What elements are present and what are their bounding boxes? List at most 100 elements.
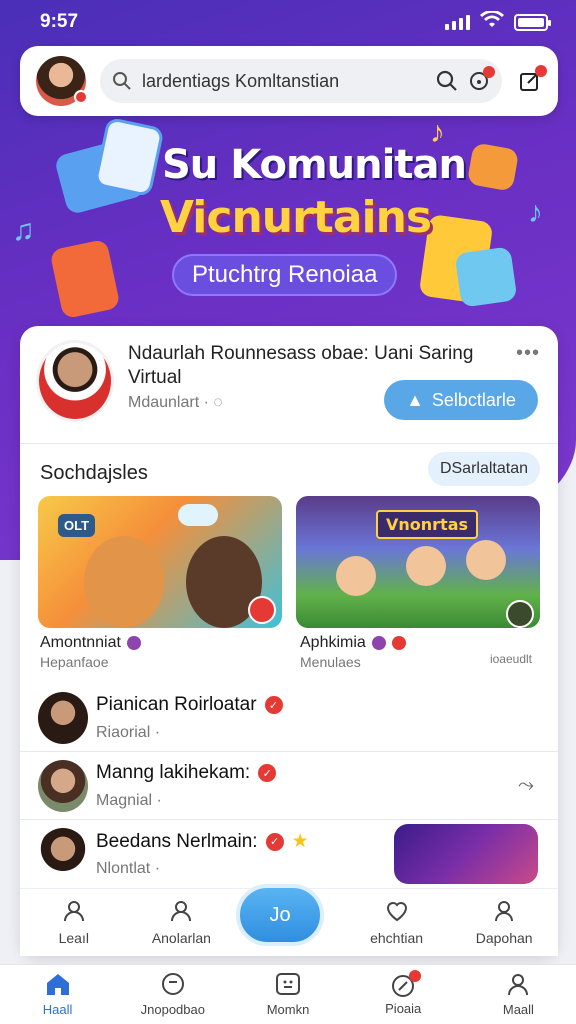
tab-notifications[interactable]: Pioaia (346, 965, 461, 1024)
music-note-icon: ♪ (528, 196, 543, 229)
kids-illustration (336, 556, 376, 596)
list-item-name-text: Manng lakihekam: (96, 762, 251, 783)
tile-count: ioaeudlt (489, 652, 532, 666)
action-favorites[interactable]: ehchtian (343, 899, 451, 946)
globe-icon: ◌ (213, 394, 223, 411)
tile-name: Aphkimia (300, 634, 406, 652)
tab-label: Jnopodbao (140, 1002, 205, 1017)
search-submit-icon[interactable] (436, 70, 458, 92)
status-bar: 9:57 (0, 0, 576, 44)
discover-icon (160, 972, 186, 999)
list-item-name: Beedans Nerlmain: ✓ ★ (96, 830, 309, 853)
search-header (20, 46, 558, 116)
action-groups[interactable]: Anolarlan (128, 899, 236, 946)
cloud-illustration (178, 504, 218, 526)
action-label: Dapohan (475, 930, 533, 946)
notification-icon[interactable] (468, 66, 495, 92)
author-avatar[interactable] (36, 340, 114, 422)
action-label: Anolarlan (151, 930, 211, 946)
tab-messages[interactable]: Momkn (230, 965, 345, 1024)
hero-banner[interactable]: ♫ ♪ ♪ Su Komunitan Vicnurtains Ptuchtrg … (0, 116, 576, 326)
tile-action-icon[interactable] (248, 596, 276, 624)
post-author: Mdaunlart · (128, 394, 209, 411)
search-input[interactable] (142, 70, 426, 92)
tab-home[interactable]: Haall (0, 965, 115, 1024)
tile-name-text: Aphkimia (300, 634, 366, 651)
tile-image-text: OLT (58, 514, 96, 537)
more-options-button[interactable]: ••• (516, 342, 540, 365)
tab-label: Haall (42, 1002, 73, 1017)
hero-pill[interactable]: Ptuchtrg Renoiaa (172, 254, 398, 296)
tile-name-text: Amontnniat (40, 634, 121, 651)
verified-icon: ✓ (258, 764, 277, 782)
wifi-icon (480, 9, 504, 34)
person-icon (492, 899, 516, 926)
media-tile[interactable]: Vnonrtas (296, 496, 540, 628)
verified-icon: ✓ (264, 696, 283, 714)
home-icon (45, 972, 71, 999)
list-item-name-text: Beedans Nerlmain: (96, 830, 258, 852)
tools-card-illustration (49, 238, 121, 320)
bear-illustration (84, 536, 164, 628)
status-time: 9:57 (40, 11, 79, 32)
kids-illustration (466, 540, 506, 580)
chat-card-illustration (93, 116, 165, 198)
list-item[interactable]: Manng lakihekam: ✓ Magnial · ⤳ (20, 752, 558, 820)
hero-title-line2: Vicnurtains (160, 192, 432, 243)
profile-icon (505, 972, 531, 999)
list-item-sub: Magnial · (96, 792, 162, 809)
compose-icon[interactable] (518, 65, 547, 93)
search-bar (100, 59, 502, 103)
action-label: Leaıl (58, 930, 89, 946)
section-see-all-button[interactable]: DSarlaltatan (427, 452, 540, 486)
tab-discover[interactable]: Jnopodbao (115, 965, 230, 1024)
verified-icon: ✓ (265, 832, 284, 851)
hero-title-line1: Su Komunitan (162, 142, 467, 188)
list-item-name: Pianican Roirloatar ✓ (96, 694, 283, 716)
media-tile[interactable]: OLT (38, 496, 282, 628)
crown-icon: ★ (291, 831, 309, 852)
signal-icon (445, 14, 470, 30)
post-header: Ndaurlah Rounnesass obae: Uani Saring Vi… (20, 326, 558, 444)
music-card-illustration (466, 142, 520, 192)
follow-button-label: Selbctlarle (431, 389, 516, 410)
profile-avatar[interactable] (36, 56, 88, 106)
verified-icon (371, 636, 386, 650)
share-icon[interactable]: ⤳ (518, 774, 534, 797)
follow-button[interactable]: ▲ Selbctlarle (384, 380, 538, 420)
user-icon (62, 899, 86, 926)
battery-icon (514, 13, 551, 31)
kids-illustration (406, 546, 446, 586)
chat-icon (390, 969, 422, 998)
tab-label: Momkn (266, 1002, 310, 1017)
verified-icon (126, 636, 141, 650)
list-item-sub: Riaorial · (96, 724, 161, 741)
compose-badge (535, 65, 547, 77)
create-button[interactable]: Jo (236, 884, 324, 946)
tab-profile[interactable]: Maall (461, 965, 576, 1024)
action-profile[interactable]: Leaıl (20, 899, 128, 946)
notification-badge (483, 66, 495, 78)
list-item-name: Manng lakihekam: ✓ (96, 762, 277, 784)
post-meta: Mdaunlart · ◌ (128, 394, 223, 412)
post-card: Ndaurlah Rounnesass obae: Uani Saring Vi… (20, 326, 558, 956)
list-avatar (38, 692, 88, 744)
bottom-tab-bar: Haall Jnopodbao Momkn Pioaia Maall (0, 964, 576, 1024)
verified-icon (391, 636, 406, 650)
tile-action-icon[interactable] (506, 600, 534, 628)
list-item-sub: Nlontlat · (96, 860, 161, 877)
action-label: ehchtian (370, 930, 424, 946)
tile-image-text: Vnonrtas (376, 510, 479, 539)
tile-name: Amontnniat (40, 634, 141, 652)
list-avatar (38, 760, 88, 812)
tile-sub: Hepanfaoe (40, 654, 109, 670)
bell-icon: ▲ (406, 389, 424, 410)
list-item[interactable]: Pianican Roirloatar ✓ Riaorial · (20, 684, 558, 752)
message-icon (275, 972, 301, 999)
heart-icon (385, 899, 409, 926)
action-account[interactable]: Dapohan (450, 899, 558, 946)
list-item[interactable]: Beedans Nerlmain: ✓ ★ Nlontlat · (20, 820, 558, 888)
section-title: Sochdajsles (40, 462, 148, 484)
list-avatar (38, 828, 88, 880)
list-item-thumbnail[interactable] (394, 824, 538, 884)
